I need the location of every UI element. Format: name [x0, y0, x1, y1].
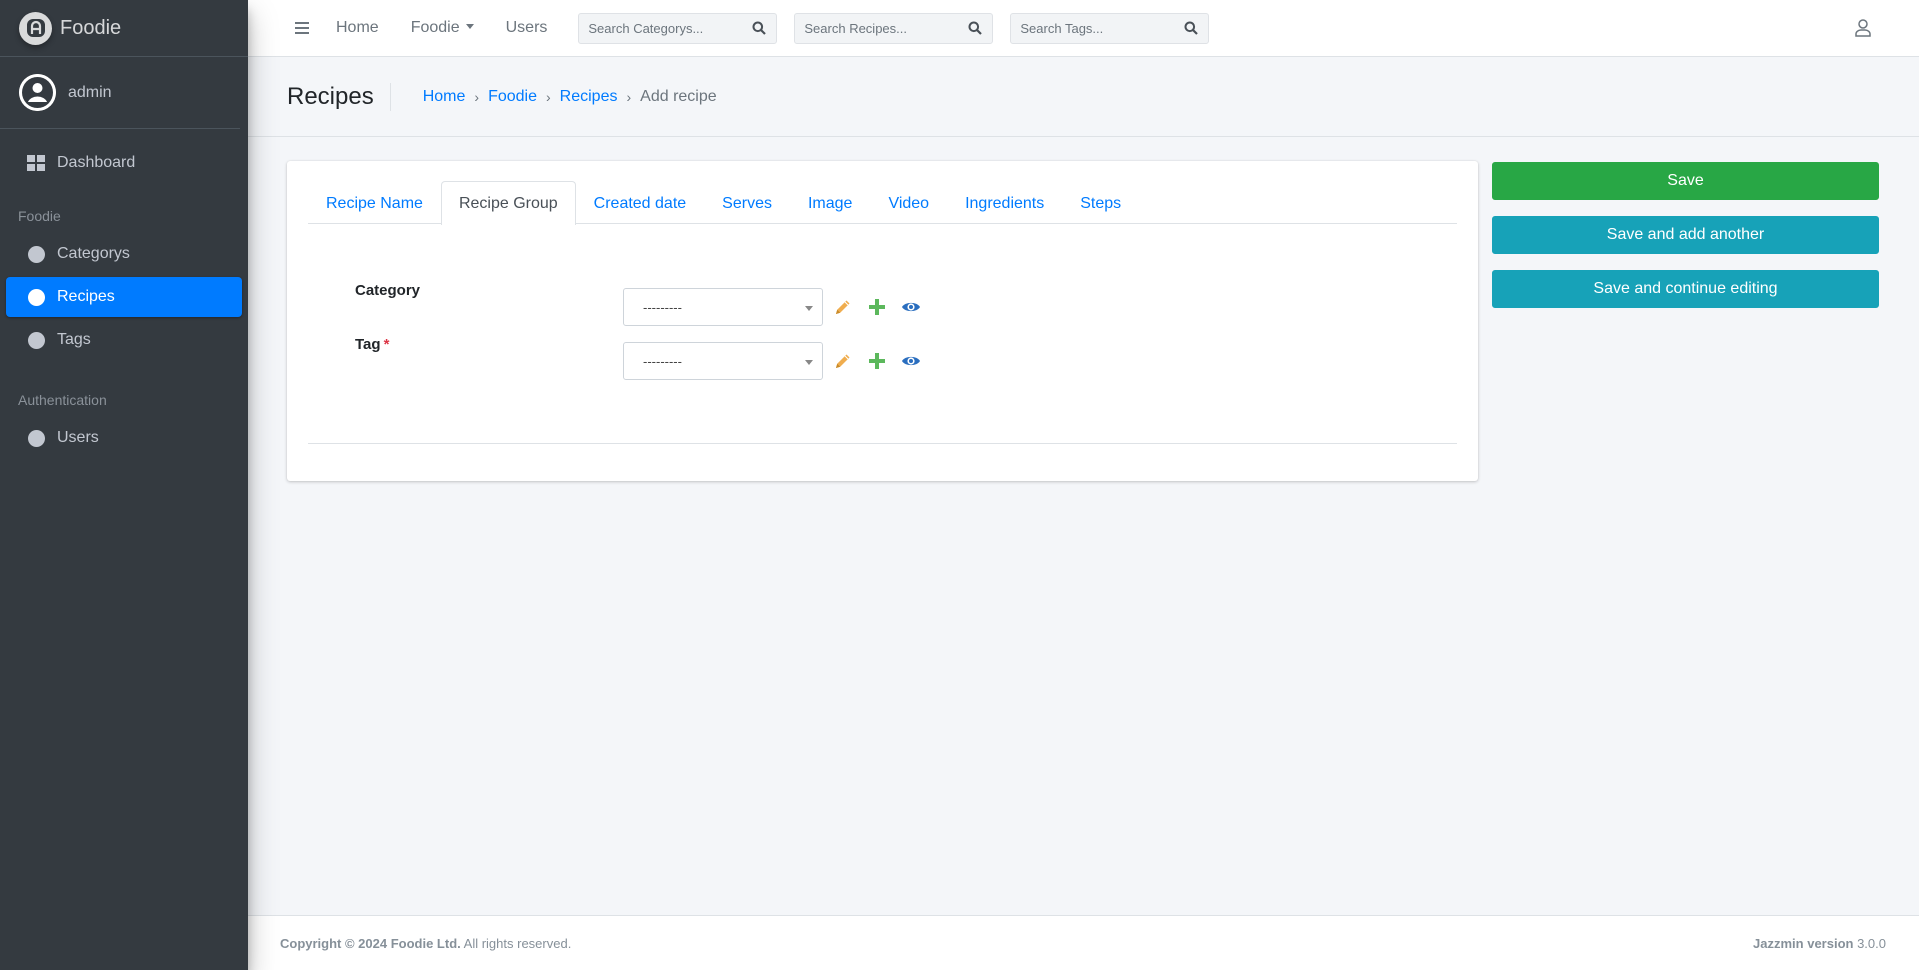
dashboard-icon	[27, 154, 45, 172]
search-categorys-input[interactable]	[579, 13, 745, 43]
search-icon[interactable]	[960, 14, 990, 43]
search-icon[interactable]	[1176, 14, 1206, 43]
sidebar-item-label: Tags	[57, 331, 91, 348]
search-recipes-input[interactable]	[795, 13, 961, 43]
tab-ingredients[interactable]: Ingredients	[947, 181, 1062, 224]
category-select-value: ---------	[643, 299, 682, 315]
tab-video[interactable]: Video	[870, 181, 947, 224]
sidebar: Foodie admin Dashboard Foodie Categorys …	[0, 0, 248, 970]
user-menu-icon[interactable]	[1855, 19, 1871, 42]
category-label: Category	[355, 282, 421, 299]
pencil-edit-icon[interactable]	[833, 297, 853, 317]
required-mark: *	[383, 336, 390, 353]
user-name: admin	[68, 83, 112, 101]
dropdown-arrow-icon	[805, 306, 813, 311]
pencil-edit-icon[interactable]	[833, 351, 853, 371]
breadcrumb-home[interactable]: Home	[423, 88, 466, 106]
search-icon[interactable]	[744, 14, 774, 43]
circle-icon	[27, 245, 45, 263]
recipe-form-card: Recipe Name Recipe Group Created date Se…	[287, 161, 1478, 481]
tag-select-value: ---------	[643, 353, 682, 369]
nav-dropdown-foodie[interactable]: Foodie	[411, 19, 474, 37]
sidebar-item-label: Users	[57, 429, 99, 446]
sidebar-item-dashboard[interactable]: Dashboard	[6, 143, 242, 183]
sidebar-section-header: Foodie	[18, 208, 61, 224]
nav-dropdown-label: Foodie	[410, 19, 460, 36]
circle-icon	[27, 429, 45, 447]
tag-select[interactable]: ---------	[623, 342, 823, 380]
breadcrumb-separator: ›	[474, 88, 480, 105]
circle-icon	[27, 331, 45, 349]
footer-version: Jazzmin version 3.0.0	[1753, 935, 1886, 951]
tag-label: Tag *	[355, 336, 390, 353]
search-recipes	[794, 12, 994, 44]
breadcrumb-foodie[interactable]: Foodie	[488, 88, 537, 106]
plus-add-icon[interactable]	[867, 351, 887, 371]
tab-created-date[interactable]: Created date	[576, 181, 705, 224]
search-categorys	[578, 12, 778, 44]
eye-view-icon[interactable]	[901, 351, 921, 371]
breadcrumb-current: Add recipe	[640, 87, 717, 105]
avatar-icon	[19, 74, 56, 111]
eye-view-icon[interactable]	[901, 297, 921, 317]
sidebar-item-label: Dashboard	[57, 154, 136, 171]
nav-link-users[interactable]: Users	[506, 19, 548, 37]
sidebar-section-header: Authentication	[18, 392, 107, 408]
tab-recipe-group[interactable]: Recipe Group	[440, 181, 576, 225]
sidebar-item-label: Recipes	[57, 288, 115, 305]
tag-actions	[833, 351, 935, 371]
dropdown-arrow-icon	[805, 360, 813, 365]
brand-name: Foodie	[60, 16, 122, 39]
breadcrumb-separator: ›	[546, 88, 551, 105]
content-header: Recipes Home › Foodie › Recipes › Add re…	[248, 57, 1919, 137]
brand-link[interactable]: Foodie	[0, 0, 248, 57]
card-divider	[308, 443, 1457, 444]
plus-add-icon[interactable]	[867, 297, 887, 317]
breadcrumb-recipes[interactable]: Recipes	[560, 88, 618, 106]
caret-down-icon	[465, 24, 474, 29]
hamburger-menu-icon[interactable]	[295, 22, 309, 34]
save-and-continue-button[interactable]: Save and continue editing	[1492, 270, 1879, 308]
category-actions	[833, 297, 935, 317]
sidebar-item-label: Categorys	[57, 245, 130, 262]
category-select[interactable]: ---------	[623, 288, 823, 326]
circle-icon	[27, 288, 45, 306]
save-and-add-another-button[interactable]: Save and add another	[1492, 216, 1879, 254]
search-tags	[1010, 12, 1210, 44]
top-navbar: Home Foodie Users	[248, 0, 1919, 57]
page-title: Recipes	[287, 82, 391, 111]
tab-recipe-name[interactable]: Recipe Name	[308, 181, 441, 224]
search-tags-input[interactable]	[1011, 13, 1177, 43]
footer-copyright: Copyright © 2024 Foodie Ltd. All rights …	[280, 935, 572, 951]
user-panel[interactable]: admin	[0, 57, 240, 129]
tab-serves[interactable]: Serves	[704, 181, 790, 224]
sidebar-item-recipes[interactable]: Recipes	[6, 277, 242, 317]
sidebar-item-categorys[interactable]: Categorys	[6, 234, 242, 274]
jazzmin-logo-icon	[19, 11, 52, 45]
sidebar-item-users[interactable]: Users	[6, 418, 242, 458]
tab-steps[interactable]: Steps	[1062, 181, 1139, 224]
sidebar-item-tags[interactable]: Tags	[6, 320, 242, 360]
tag-row: Tag * ---------	[355, 336, 935, 380]
sidebar-nav: Dashboard Foodie Categorys Recipes Tags …	[0, 129, 248, 458]
form-tabs: Recipe Name Recipe Group Created date Se…	[308, 181, 1457, 225]
category-row: Category ---------	[355, 282, 935, 326]
save-button[interactable]: Save	[1492, 162, 1879, 200]
tab-image[interactable]: Image	[790, 181, 870, 224]
breadcrumb: Home › Foodie › Recipes › Add recipe	[423, 88, 717, 106]
breadcrumb-separator: ›	[626, 88, 632, 105]
footer: Copyright © 2024 Foodie Ltd. All rights …	[248, 915, 1919, 970]
nav-link-home[interactable]: Home	[336, 19, 379, 37]
